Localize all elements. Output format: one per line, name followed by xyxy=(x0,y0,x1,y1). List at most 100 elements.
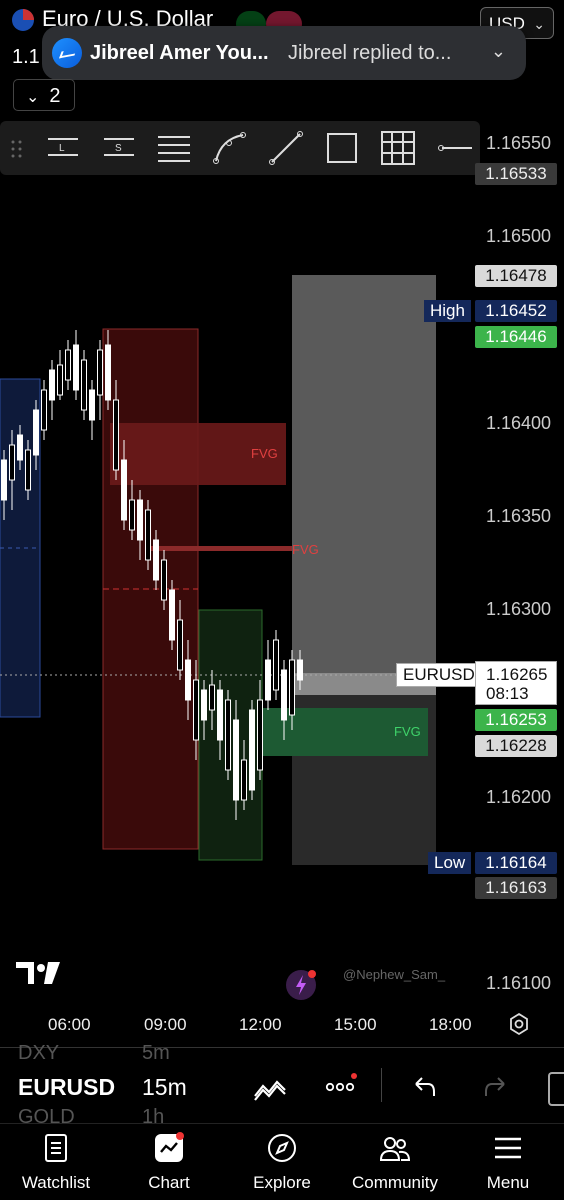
nav-label: Chart xyxy=(148,1173,190,1192)
price-tag: 1.16163 xyxy=(475,877,557,899)
candle-body xyxy=(17,434,23,461)
candle-body xyxy=(9,444,15,481)
low-price-tag: 1.16164 xyxy=(475,852,557,874)
candle-body xyxy=(33,409,39,456)
candle-body xyxy=(137,499,143,541)
chevron-down-icon[interactable]: ⌄ xyxy=(491,26,506,78)
bar-countdown: 08:13 xyxy=(486,684,529,703)
price-tag: 1.16253 xyxy=(475,709,557,731)
grey-zone-upper xyxy=(292,275,436,675)
nav-menu[interactable]: Menu xyxy=(458,1124,558,1200)
rectangle-icon[interactable] xyxy=(323,129,361,167)
prev-interval[interactable]: 5m xyxy=(142,1042,170,1065)
hamburger-menu-icon xyxy=(495,1137,521,1159)
candle-body xyxy=(89,389,95,421)
candle-body xyxy=(113,399,119,471)
candle-body xyxy=(281,669,287,721)
price-tick: 1.16550 xyxy=(486,133,552,153)
candle-body xyxy=(169,589,175,641)
symbol-price-tag: EURUSD xyxy=(396,663,482,687)
high-label: High xyxy=(424,300,471,322)
messenger-notification[interactable]: Jibreel Amer You... Jibreel replied to..… xyxy=(42,26,526,80)
chart-settings-icon[interactable] xyxy=(507,1012,531,1036)
bottom-navigation: Watchlist Chart Explore Community Menu xyxy=(0,1123,564,1200)
redo-icon[interactable] xyxy=(478,1070,514,1106)
high-price-tag: 1.16452 xyxy=(475,300,557,322)
nav-chart[interactable]: Chart xyxy=(119,1124,219,1200)
grid-icon[interactable] xyxy=(379,129,417,167)
candle-body xyxy=(217,689,223,741)
candle-body xyxy=(265,659,271,701)
nav-watchlist[interactable]: Watchlist xyxy=(6,1124,106,1200)
more-options-icon[interactable] xyxy=(322,1070,358,1106)
candle-body xyxy=(73,344,79,391)
price-tag: 1.16446 xyxy=(475,326,557,348)
candle-body xyxy=(25,449,31,491)
price-tick: 1.16350 xyxy=(486,506,552,526)
long-line-L-icon[interactable]: L xyxy=(44,129,82,167)
svg-text:L: L xyxy=(59,143,65,154)
price-tick: 1.16100 xyxy=(486,973,552,993)
price-tag: 1.16478 xyxy=(475,265,557,287)
candle-body xyxy=(185,659,191,701)
notification-preview: Jibreel replied to... xyxy=(288,42,452,64)
candle-body xyxy=(225,699,231,771)
current-price-box: 1.16265 08:13 xyxy=(475,661,557,705)
fvg-label-thin: FVG xyxy=(292,542,319,557)
nav-explore[interactable]: Explore xyxy=(232,1124,332,1200)
prev-symbol[interactable]: DXY xyxy=(18,1042,59,1065)
undo-icon[interactable] xyxy=(406,1070,442,1106)
candle-body xyxy=(273,639,279,691)
watchlist-icon xyxy=(45,1134,67,1162)
time-tick: 12:00 xyxy=(239,1015,282,1034)
candle-body xyxy=(65,349,71,381)
candle-body xyxy=(1,459,7,501)
candle-body xyxy=(129,499,135,531)
divider xyxy=(381,1068,382,1102)
fvg-label-red: FVG xyxy=(251,446,278,461)
fvg-label-green: FVG xyxy=(394,724,421,739)
trend-line-icon[interactable] xyxy=(267,129,305,167)
eu-us-flag-icon xyxy=(12,9,34,32)
horizontal-lines-icon[interactable] xyxy=(155,129,193,167)
drawing-toolbar: L S xyxy=(0,121,480,175)
horizontal-ray-icon[interactable] xyxy=(436,129,474,167)
fullscreen-icon[interactable] xyxy=(548,1072,564,1106)
candle-body xyxy=(49,369,55,401)
flash-icon[interactable] xyxy=(286,970,316,1000)
candle-body xyxy=(297,659,303,681)
price-tag: 1.16533 xyxy=(475,163,557,185)
layout-toggle-button[interactable]: ⌄ 2 xyxy=(13,79,75,111)
interval-selector[interactable]: 15m xyxy=(142,1074,187,1101)
time-tick: 09:00 xyxy=(144,1015,187,1034)
symbol-selector[interactable]: EURUSD xyxy=(18,1074,115,1101)
long-line-S-icon[interactable]: S xyxy=(100,129,138,167)
candle-body xyxy=(177,619,183,671)
price-tick: 1.16200 xyxy=(486,787,552,807)
header-price: 1.1 xyxy=(12,46,40,68)
candle-body xyxy=(121,459,127,521)
indicators-icon[interactable] xyxy=(252,1070,288,1106)
chevron-down-icon: ⌄ xyxy=(533,16,545,32)
curve-icon[interactable] xyxy=(211,129,249,167)
nav-label: Menu xyxy=(486,1173,530,1192)
drag-handle-icon[interactable] xyxy=(10,139,24,159)
nav-label: Community xyxy=(352,1173,438,1192)
candle-body xyxy=(193,679,199,741)
candle-body xyxy=(105,344,111,401)
candle-body xyxy=(209,684,215,711)
notification-sender: Jibreel Amer You... xyxy=(90,42,269,64)
price-chart[interactable] xyxy=(0,180,476,1010)
chart-icon xyxy=(155,1132,184,1162)
community-icon xyxy=(379,1137,411,1161)
compass-icon xyxy=(268,1134,296,1162)
watermark: @Nephew_Sam_ xyxy=(343,967,446,982)
tradingview-logo xyxy=(16,958,64,988)
nav-community[interactable]: Community xyxy=(345,1124,445,1200)
low-label: Low xyxy=(428,852,472,874)
candle-body xyxy=(241,759,247,801)
time-tick: 15:00 xyxy=(334,1015,377,1034)
candle-body xyxy=(145,509,151,561)
chevron-down-icon: ⌄ xyxy=(26,89,40,106)
price-tick: 1.16300 xyxy=(486,599,552,619)
